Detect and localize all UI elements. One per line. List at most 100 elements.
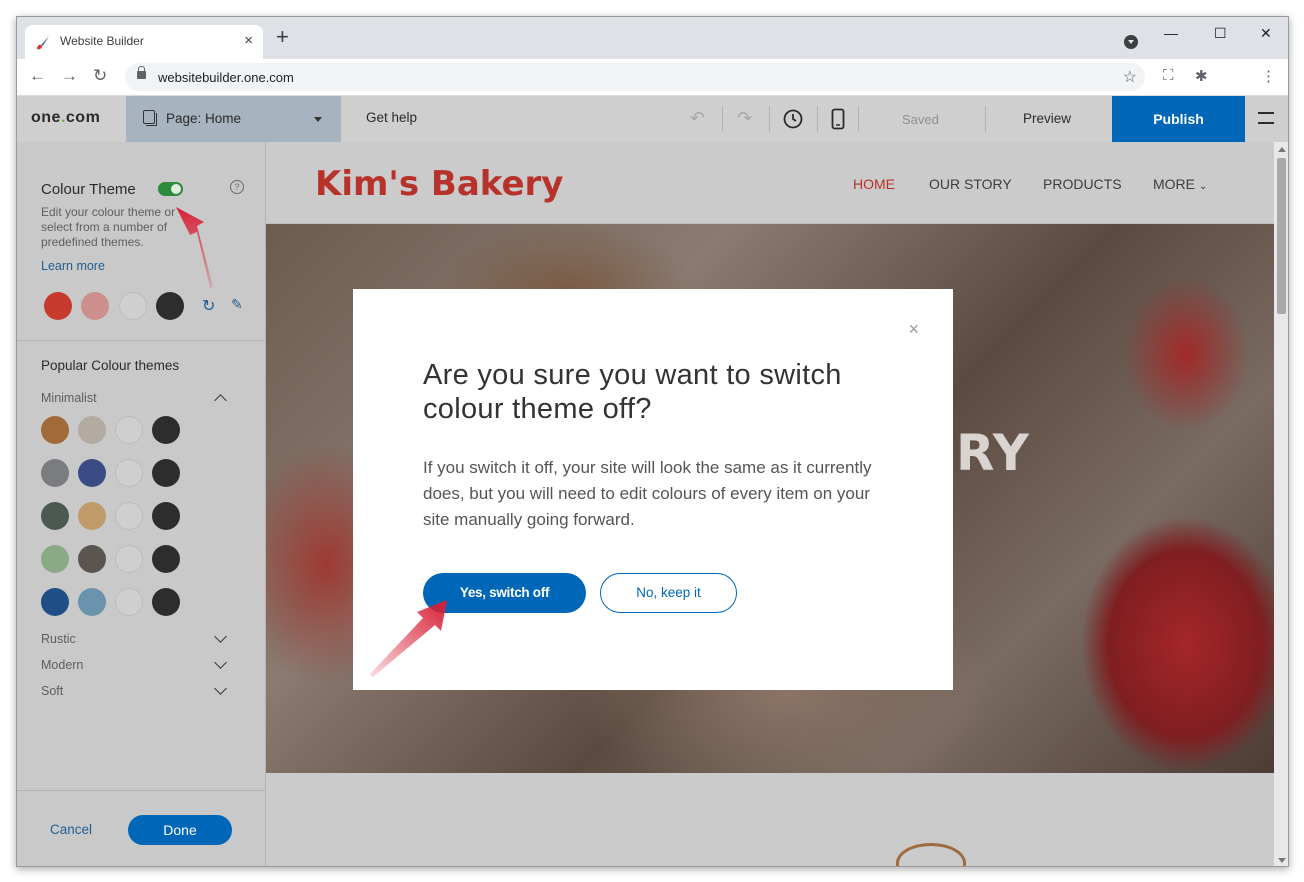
colour-theme-description: Edit your colour theme or select from a … bbox=[41, 205, 176, 249]
address-bar[interactable]: websitebuilder.one.com ☆ bbox=[125, 63, 1145, 91]
theme-swatch[interactable] bbox=[115, 588, 143, 616]
browser-tab[interactable]: Website Builder × bbox=[25, 25, 263, 59]
cancel-button[interactable]: Cancel bbox=[50, 822, 92, 837]
chevron-up-icon[interactable] bbox=[214, 394, 227, 407]
done-button[interactable]: Done bbox=[128, 815, 232, 845]
mobile-view-icon[interactable] bbox=[831, 108, 845, 130]
extensions-puzzle-icon[interactable]: ✱ bbox=[1195, 67, 1208, 85]
chevron-down-icon[interactable] bbox=[214, 656, 227, 669]
page-scrollbar[interactable] bbox=[1274, 142, 1288, 866]
divider bbox=[17, 340, 266, 341]
lock-icon bbox=[137, 66, 146, 79]
theme-group-rustic[interactable]: Rustic bbox=[41, 632, 76, 646]
current-theme-swatch[interactable] bbox=[81, 292, 109, 320]
theme-swatch[interactable] bbox=[115, 545, 143, 573]
confirm-switch-off-dialog: × Are you sure you want to switch colour… bbox=[353, 289, 953, 690]
get-help-link[interactable]: Get help bbox=[366, 110, 417, 125]
site-section bbox=[266, 773, 1274, 866]
chevron-down-icon[interactable] bbox=[214, 630, 227, 643]
scroll-up-arrow-icon[interactable] bbox=[1278, 147, 1286, 152]
publish-button[interactable]: Publish bbox=[1112, 96, 1245, 142]
reload-icon[interactable]: ↻ bbox=[93, 66, 107, 86]
rope-decoration bbox=[896, 843, 966, 866]
forward-arrow-icon[interactable]: → bbox=[61, 66, 78, 86]
site-nav-our-story[interactable]: OUR STORY bbox=[929, 176, 1012, 192]
colour-theme-toggle[interactable] bbox=[158, 182, 183, 196]
site-nav-more-label: MORE bbox=[1153, 176, 1195, 192]
current-theme-swatch[interactable] bbox=[156, 292, 184, 320]
theme-swatch[interactable] bbox=[41, 459, 69, 487]
theme-swatch[interactable] bbox=[152, 416, 180, 444]
reset-icon[interactable]: ↻ bbox=[202, 296, 215, 316]
browser-window: Website Builder × + — ☐ ✕ ← → ↻ websiteb… bbox=[16, 16, 1289, 867]
tab-strip: Website Builder × + — ☐ ✕ bbox=[17, 17, 1288, 59]
one-com-logo[interactable]: one.com bbox=[31, 109, 100, 127]
theme-group-modern[interactable]: Modern bbox=[41, 658, 83, 672]
browser-menu-icon[interactable]: ⋮ bbox=[1261, 67, 1276, 85]
chevron-down-icon[interactable] bbox=[214, 682, 227, 695]
theme-swatch[interactable] bbox=[41, 502, 69, 530]
theme-swatch[interactable] bbox=[152, 459, 180, 487]
theme-swatch[interactable] bbox=[78, 502, 106, 530]
theme-swatch[interactable] bbox=[78, 588, 106, 616]
divider bbox=[722, 106, 723, 132]
close-window-button[interactable]: ✕ bbox=[1260, 25, 1272, 42]
theme-swatch[interactable] bbox=[41, 545, 69, 573]
theme-swatch[interactable] bbox=[152, 545, 180, 573]
page-label: Page: bbox=[166, 111, 202, 126]
hamburger-menu-icon[interactable] bbox=[1258, 112, 1274, 124]
site-nav-home[interactable]: HOME bbox=[853, 176, 895, 192]
history-icon[interactable] bbox=[782, 108, 804, 130]
site-header: Kim's Bakery HOME OUR STORY PRODUCTS MOR… bbox=[266, 142, 1274, 224]
learn-more-link[interactable]: Learn more bbox=[41, 259, 105, 273]
chevron-down-icon: ⌄ bbox=[1198, 181, 1208, 192]
no-keep-it-button[interactable]: No, keep it bbox=[600, 573, 737, 613]
divider bbox=[817, 106, 818, 132]
scrollbar-thumb[interactable] bbox=[1277, 158, 1286, 314]
current-theme-swatch[interactable] bbox=[44, 292, 72, 320]
theme-group-soft[interactable]: Soft bbox=[41, 684, 63, 698]
theme-swatch[interactable] bbox=[115, 459, 143, 487]
minimize-button[interactable]: — bbox=[1164, 25, 1178, 41]
new-tab-button[interactable]: + bbox=[276, 26, 289, 48]
redo-icon[interactable]: ↷ bbox=[737, 108, 752, 129]
site-nav-products[interactable]: PRODUCTS bbox=[1043, 176, 1122, 192]
site-title[interactable]: Kim's Bakery bbox=[315, 164, 563, 204]
theme-swatch[interactable] bbox=[78, 459, 106, 487]
theme-swatch[interactable] bbox=[152, 588, 180, 616]
help-icon[interactable]: ? bbox=[230, 180, 244, 194]
hero-heading: RY bbox=[956, 424, 1030, 482]
url-text: websitebuilder.one.com bbox=[158, 70, 294, 85]
theme-swatch[interactable] bbox=[41, 416, 69, 444]
preview-button[interactable]: Preview bbox=[1023, 111, 1071, 126]
maximize-button[interactable]: ☐ bbox=[1214, 25, 1227, 42]
divider bbox=[769, 106, 770, 132]
chevron-down-icon bbox=[314, 117, 322, 122]
theme-group-minimalist[interactable]: Minimalist bbox=[41, 391, 97, 405]
tab-close-icon[interactable]: × bbox=[244, 32, 253, 49]
current-theme-swatch[interactable] bbox=[119, 292, 147, 320]
yes-switch-off-button[interactable]: Yes, switch off bbox=[423, 573, 586, 613]
pencil-edit-icon[interactable]: ✎ bbox=[231, 296, 243, 313]
close-icon[interactable]: × bbox=[908, 319, 919, 340]
scroll-down-arrow-icon[interactable] bbox=[1278, 858, 1286, 863]
screenshot-icon[interactable]: ⛶ bbox=[1163, 67, 1174, 84]
colour-theme-title: Colour Theme bbox=[41, 181, 136, 198]
browser-toolbar: ← → ↻ websitebuilder.one.com ☆ ⛶ ✱ ⋮ bbox=[17, 59, 1288, 96]
profile-menu-icon[interactable] bbox=[1124, 35, 1138, 49]
theme-swatch[interactable] bbox=[41, 588, 69, 616]
site-nav-more[interactable]: MORE ⌄ bbox=[1153, 176, 1207, 192]
theme-swatch[interactable] bbox=[78, 416, 106, 444]
logo-text-suffix: com bbox=[65, 109, 101, 126]
bookmark-star-icon[interactable]: ☆ bbox=[1123, 67, 1137, 87]
theme-swatch[interactable] bbox=[152, 502, 180, 530]
page-value: Home bbox=[205, 111, 242, 126]
undo-icon[interactable]: ↶ bbox=[690, 108, 705, 129]
theme-swatch[interactable] bbox=[115, 416, 143, 444]
back-arrow-icon[interactable]: ← bbox=[29, 66, 46, 86]
logo-text: one bbox=[31, 109, 61, 126]
theme-swatch[interactable] bbox=[78, 545, 106, 573]
saved-status: Saved bbox=[902, 112, 939, 127]
theme-swatch[interactable] bbox=[115, 502, 143, 530]
page-selector[interactable]: Page: Home bbox=[126, 96, 341, 142]
